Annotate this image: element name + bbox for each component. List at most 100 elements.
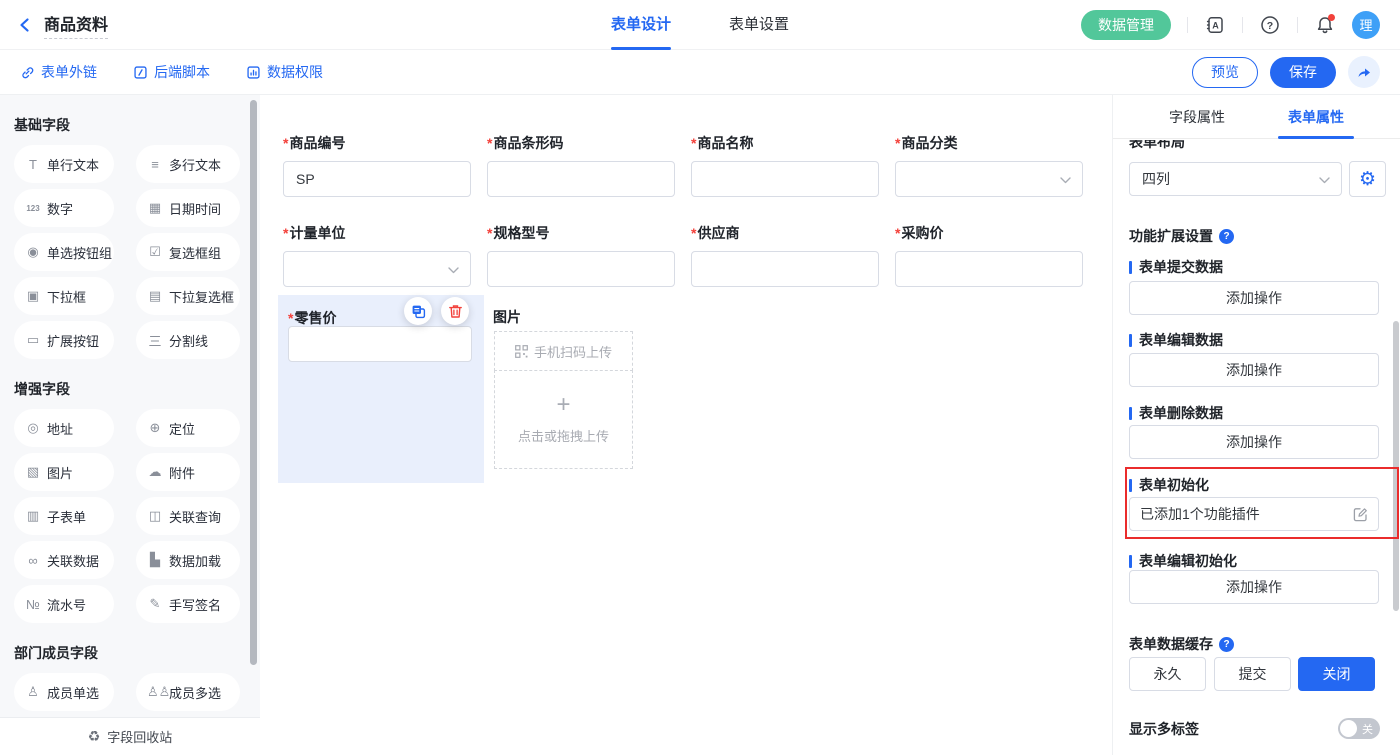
active-tab-underline [611,47,671,50]
field-button-data-load[interactable]: ▙数据加载 [136,541,240,579]
selected-field-retail-price[interactable]: *零售价 [278,295,484,483]
share-button[interactable] [1348,56,1380,88]
field-button-label: 分割线 [169,331,208,350]
field-input[interactable]: SP [283,161,471,197]
data-load-icon: ▙ [147,552,163,568]
sidebar-scrollbar[interactable] [250,100,257,665]
delete-field-button[interactable] [441,297,469,325]
form-init-plugin-field[interactable]: 已添加1个功能插件 [1129,497,1379,531]
data-manage-button[interactable]: 数据管理 [1081,10,1171,40]
external-link-button[interactable]: 表单外链 [20,62,97,82]
add-action-button-delete[interactable]: 添加操作 [1129,425,1379,459]
form-field-cell[interactable]: *采购价 [895,223,1083,287]
page-title[interactable]: 商品资料 [44,11,108,39]
field-button-signature[interactable]: ✎手写签名 [136,585,240,623]
add-action-button-submit[interactable]: 添加操作 [1129,281,1379,315]
field-button-single-line-text[interactable]: T单行文本 [14,145,114,183]
tab-form-settings[interactable]: 表单设置 [729,0,789,50]
field-label: *采购价 [895,223,1083,243]
required-asterisk: * [691,225,696,241]
svg-text:?: ? [1267,20,1273,32]
field-button-subform[interactable]: ▥子表单 [14,497,114,535]
field-button-multi-line-text[interactable]: ≡多行文本 [136,145,240,183]
field-button-extend-button[interactable]: ▭扩展按钮 [14,321,114,359]
add-action-button-edit-init[interactable]: 添加操作 [1129,570,1379,604]
trash-icon [448,304,463,319]
form-field-cell[interactable]: *规格型号 [487,223,675,287]
form-field-cell[interactable]: *商品条形码 [487,133,675,197]
field-button-image-field[interactable]: ▧图片 [14,453,114,491]
cache-option-permanent[interactable]: 永久 [1129,657,1206,691]
cache-option-submit[interactable]: 提交 [1214,657,1291,691]
section-form-edit: 表单编辑数据 [1129,330,1223,350]
image-field-icon: ▧ [25,464,41,480]
plus-icon: + [556,394,570,416]
svg-text:A: A [1212,20,1219,30]
field-input[interactable] [487,251,675,287]
field-button-member-single[interactable]: ♙成员单选 [14,673,114,711]
field-button-multi-dropdown[interactable]: ▤下拉复选框 [136,277,240,315]
field-recycle-bin-button[interactable]: ♻ 字段回收站 [0,717,260,755]
field-button-dropdown[interactable]: ▣下拉框 [14,277,114,315]
field-button-location[interactable]: ⊕定位 [136,409,240,447]
help-icon[interactable]: ? [1219,229,1234,244]
image-upload-field: 手机扫码上传 + 点击或拖拽上传 [494,331,633,469]
field-select[interactable] [895,161,1083,197]
multi-tab-toggle[interactable]: 关 [1338,718,1380,739]
form-field-cell[interactable]: *商品分类 [895,133,1083,197]
form-field-cell[interactable]: *商品编号SP [283,133,471,197]
field-button-serial-number[interactable]: №流水号 [14,585,114,623]
retail-price-input[interactable] [288,326,472,362]
panel-scrollbar[interactable] [1393,321,1399,611]
field-button-attachment[interactable]: ☁附件 [136,453,240,491]
save-button[interactable]: 保存 [1270,57,1336,88]
tab-form-design[interactable]: 表单设计 [611,0,671,50]
field-button-label: 下拉复选框 [169,287,234,306]
field-input[interactable] [895,251,1083,287]
field-button-address[interactable]: ◎地址 [14,409,114,447]
click-drag-upload-area[interactable]: + 点击或拖拽上传 [494,370,633,469]
field-input[interactable] [691,251,879,287]
field-label: *商品条形码 [487,133,675,153]
field-button-radio-group[interactable]: ◉单选按钮组 [14,233,114,271]
field-input[interactable] [691,161,879,197]
tab-field-properties[interactable]: 字段属性 [1157,95,1237,139]
field-input[interactable] [487,161,675,197]
form-layout-select[interactable]: 四列 [1129,162,1342,196]
form-field-cell[interactable]: *供应商 [691,223,879,287]
cache-option-close[interactable]: 关闭 [1298,657,1375,691]
form-field-cell[interactable]: *计量单位 [283,223,471,287]
sidebar-section-title: 基础字段 [14,115,260,135]
help-icon[interactable]: ? [1259,14,1281,36]
field-button-datetime[interactable]: ▦日期时间 [136,189,240,227]
contacts-icon[interactable]: A [1204,14,1226,36]
avatar[interactable]: 理 [1352,11,1380,39]
field-button-linked-data[interactable]: ∞关联数据 [14,541,114,579]
scan-upload-button[interactable]: 手机扫码上传 [494,331,633,371]
add-action-button-edit[interactable]: 添加操作 [1129,353,1379,387]
help-icon[interactable]: ? [1219,637,1234,652]
copy-field-button[interactable] [404,297,432,325]
linked-data-icon: ∞ [25,553,41,568]
backend-script-button[interactable]: 后端脚本 [133,62,210,82]
field-label: *商品分类 [895,133,1083,153]
sidebar-section-title: 部门成员字段 [14,643,260,663]
field-button-label: 下拉框 [47,287,86,306]
field-select[interactable] [283,251,471,287]
layout-settings-button[interactable]: ⚙ [1349,161,1386,197]
location-icon: ⊕ [147,420,163,436]
field-button-number[interactable]: 123数字 [14,189,114,227]
edit-icon[interactable] [1353,507,1368,522]
field-button-checkbox-group[interactable]: ☑复选框组 [136,233,240,271]
data-permission-button[interactable]: 数据权限 [246,62,323,82]
tab-form-properties[interactable]: 表单属性 [1276,95,1356,139]
data-permission-icon [246,65,261,80]
form-field-cell[interactable]: *商品名称 [691,133,879,197]
notification-bell-icon[interactable] [1314,14,1336,36]
field-button-member-multi[interactable]: ♙♙成员多选 [136,673,240,711]
preview-button[interactable]: 预览 [1192,57,1258,88]
field-button-linked-query[interactable]: ◫关联查询 [136,497,240,535]
field-label: *计量单位 [283,223,471,243]
field-button-divider[interactable]: 三分割线 [136,321,240,359]
back-icon[interactable] [16,16,34,34]
